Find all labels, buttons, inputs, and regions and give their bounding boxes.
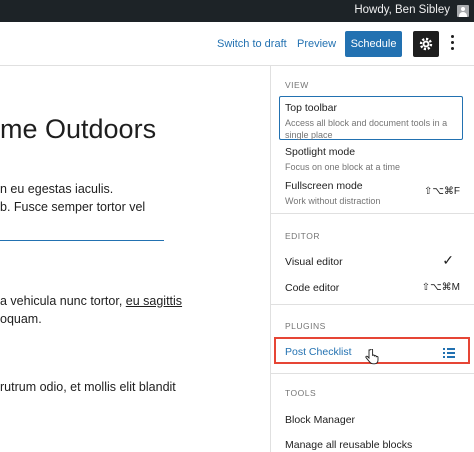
menu-item-spotlight-mode[interactable]: Spotlight mode Focus on one block at a t… (285, 146, 461, 173)
menu-item-description: Focus on one block at a time (285, 162, 401, 172)
menu-group-view: VIEW Top toolbar Access all block and do… (271, 66, 474, 214)
editor-canvas[interactable]: me Outdoors n eu egestas iaculis. b. Fus… (0, 66, 268, 452)
paragraph-line[interactable]: b. Fusce semper tortor vel (0, 198, 145, 216)
menu-item-label: Top toolbar (285, 102, 337, 114)
gear-icon (419, 37, 433, 51)
admin-bar: Howdy, Ben Sibley (0, 0, 474, 22)
post-title[interactable]: me Outdoors (0, 114, 156, 145)
schedule-button[interactable]: Schedule (345, 31, 402, 57)
separator-block[interactable] (0, 240, 164, 241)
paragraph-text: a vehicula nunc tortor, (0, 294, 126, 308)
menu-item-label: Manage all reusable blocks (285, 439, 413, 451)
menu-item-label: Spotlight mode (285, 146, 356, 158)
group-label-view: VIEW (285, 80, 309, 90)
group-label-plugins: PLUGINS (285, 321, 326, 331)
menu-item-label: Post Checklist (285, 346, 352, 358)
menu-group-editor: EDITOR Visual editor ✓ Code editor ⇧⌥⌘M (271, 214, 474, 305)
editor-header: Switch to draft Preview Schedule (0, 22, 474, 66)
shortcut-fullscreen: ⇧⌥⌘F (423, 186, 460, 197)
paragraph-line[interactable]: n eu egestas iaculis. (0, 180, 113, 198)
menu-item-manage-reusable-blocks[interactable]: Manage all reusable blocks (285, 439, 461, 451)
more-options-icon[interactable] (449, 32, 455, 56)
menu-item-top-toolbar[interactable]: Top toolbar Access all block and documen… (285, 102, 461, 141)
menu-item-label: Fullscreen mode (285, 180, 363, 192)
menu-item-label: Code editor (285, 282, 340, 294)
settings-button[interactable] (413, 31, 439, 57)
admin-greeting[interactable]: Howdy, Ben Sibley (354, 4, 450, 16)
group-label-tools: TOOLS (285, 388, 317, 398)
avatar[interactable] (457, 5, 469, 17)
shortcut-code-editor: ⇧⌥⌘M (421, 282, 460, 293)
options-menu: VIEW Top toolbar Access all block and do… (270, 66, 474, 452)
menu-item-block-manager[interactable]: Block Manager (285, 414, 461, 426)
switch-to-draft-button[interactable]: Switch to draft (217, 38, 287, 50)
paragraph-link[interactable]: eu sagittis (126, 294, 182, 308)
check-icon: ✓ (442, 252, 454, 268)
hand-cursor-icon (365, 349, 379, 365)
list-icon (443, 347, 455, 359)
menu-item-label: Visual editor (285, 256, 343, 268)
menu-group-tools: TOOLS Block Manager Manage all reusable … (271, 374, 474, 452)
menu-item-visual-editor[interactable]: Visual editor (285, 256, 461, 268)
paragraph-line[interactable]: oquam. (0, 310, 42, 328)
paragraph-line[interactable]: a vehicula nunc tortor, eu sagittis (0, 292, 182, 310)
preview-button[interactable]: Preview (297, 38, 336, 50)
paragraph-line[interactable]: rutrum odio, et mollis elit blandit (0, 378, 176, 396)
menu-item-description: Access all block and document tools in a… (285, 118, 448, 140)
menu-item-label: Block Manager (285, 414, 356, 426)
group-label-editor: EDITOR (285, 231, 320, 241)
